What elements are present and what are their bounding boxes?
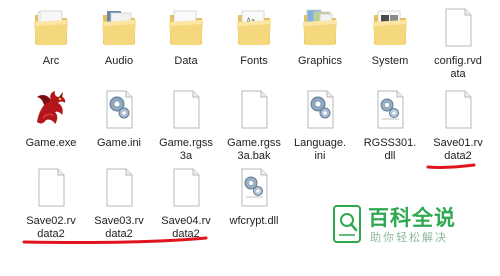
watermark-logo: 百科全说 助你轻松解决 bbox=[330, 196, 490, 254]
watermark-title: 百科全说 bbox=[368, 206, 456, 230]
red-underline-save02-04 bbox=[22, 236, 208, 245]
file-explorer-view: Arc Audio Data Aa Fonts Graphics System … bbox=[0, 0, 500, 276]
watermark-icon bbox=[333, 205, 361, 243]
red-underline-save01 bbox=[426, 163, 476, 169]
watermark-subtitle: 助你轻松解决 bbox=[370, 231, 448, 244]
